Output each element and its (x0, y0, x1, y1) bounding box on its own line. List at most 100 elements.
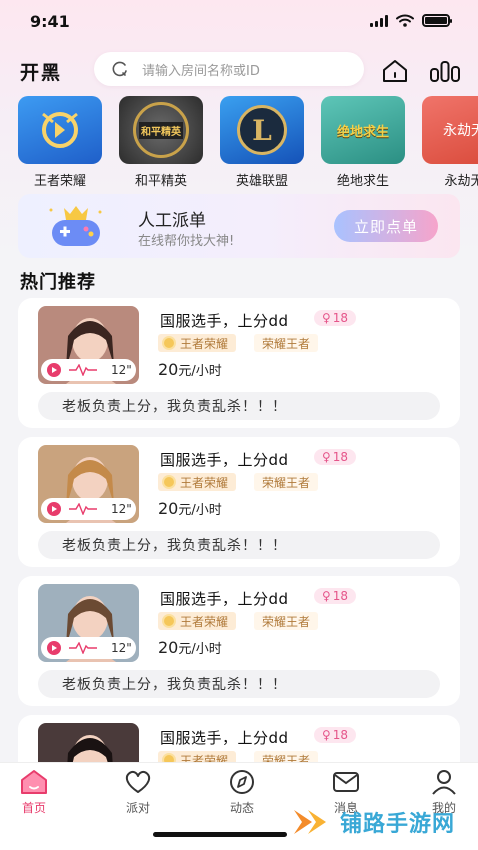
waveform-icon (69, 503, 97, 515)
player-avatar: 12" (38, 306, 139, 384)
voice-duration: 12" (111, 502, 132, 516)
game-tag: 王者荣耀 (158, 473, 237, 491)
age-badge: ♀ 18 (314, 727, 357, 743)
female-icon: ♀ (322, 450, 331, 464)
room-home-button[interactable] (380, 56, 410, 86)
search-placeholder: 请输入房间名称或ID (142, 63, 260, 79)
game-label: 绝地求生 (336, 174, 389, 189)
game-art-text: 绝地求生 (336, 124, 389, 140)
app-logo: 开黑 (20, 62, 63, 84)
watermark-text: 铺路手游网 (340, 812, 456, 837)
age-badge: ♀ 18 (314, 310, 357, 326)
game-name: 王者荣耀 (180, 614, 229, 629)
mail-icon (333, 772, 359, 792)
player-age: 18 (332, 589, 349, 603)
manual-order-banner[interactable]: 人工派单 在线帮你找大神! 立即点单 (18, 194, 460, 258)
voice-intro[interactable]: 12" (41, 498, 136, 520)
female-icon: ♀ (322, 728, 331, 742)
voice-intro[interactable]: 12" (41, 637, 136, 659)
home-indicator (153, 832, 287, 837)
game-label: 和平精英 (134, 174, 187, 189)
price-value: 20 (158, 360, 179, 379)
game-icon-heping: 和平精英 (119, 96, 203, 164)
game-category-heping[interactable]: 和平精英 和平精英 (119, 96, 203, 189)
game-category-pubg[interactable]: 绝地求生 绝地求生 (321, 96, 405, 189)
wifi-icon (396, 14, 414, 27)
watermark-logo-icon (294, 810, 326, 834)
status-icons (370, 14, 452, 27)
player-name: 国服选手，上分dd (160, 451, 289, 469)
rank-tag: 荣耀王者 (254, 612, 319, 630)
price-value: 20 (158, 499, 179, 518)
player-name: 国服选手，上分dd (160, 729, 289, 747)
watermark: 铺路手游网 (292, 806, 455, 838)
search-input[interactable]: 请输入房间名称或ID (94, 52, 364, 86)
price-unit: 元/小时 (178, 642, 222, 657)
game-coin-icon (162, 475, 176, 489)
price: 20元/小时 (158, 499, 222, 518)
game-icon-lol: L (220, 96, 304, 164)
tab-party[interactable]: 派对 (108, 769, 168, 816)
game-art-text: 和平精英 (139, 121, 183, 139)
person-icon (432, 770, 456, 795)
banner-title: 人工派单 (138, 211, 206, 231)
game-label: 王者荣耀 (33, 174, 86, 189)
age-badge: ♀ 18 (314, 449, 357, 465)
home-icon (21, 770, 47, 794)
price-unit: 元/小时 (178, 364, 222, 379)
player-avatar: 12" (38, 584, 139, 662)
player-card[interactable]: 12" 国服选手，上分dd ♀18 王者荣耀 荣耀王者 20元/小时 老板负责上… (18, 576, 460, 706)
voice-intro[interactable]: 12" (41, 359, 136, 381)
game-category-wangzhe[interactable]: 王者荣耀 (18, 96, 102, 189)
voice-duration: 12" (111, 363, 132, 377)
header: 开黑 请输入房间名称或ID (0, 52, 478, 88)
heart-icon (125, 770, 151, 793)
female-icon: ♀ (322, 311, 331, 325)
play-icon (47, 363, 61, 377)
game-icon-pubg: 绝地求生 (321, 96, 405, 164)
game-category-row: 王者荣耀 和平精英 和平精英 L 英雄联盟 绝地求生 绝地求生 永劫无 永劫无 (18, 96, 478, 189)
player-age: 18 (332, 728, 349, 742)
status-bar: 9:41 (0, 0, 478, 44)
rank-tag: 荣耀王者 (254, 334, 319, 352)
game-icon-yongjie: 永劫无 (422, 96, 478, 164)
tab-home[interactable]: 首页 (4, 769, 64, 816)
player-name: 国服选手，上分dd (160, 312, 289, 330)
signal-icon (370, 14, 388, 27)
order-now-button[interactable]: 立即点单 (334, 210, 438, 242)
game-label: 英雄联盟 (235, 174, 288, 189)
rank-tag: 荣耀王者 (254, 473, 319, 491)
compass-icon (230, 770, 254, 794)
game-icon-wangzhe (18, 96, 102, 164)
tab-label: 派对 (125, 801, 150, 815)
ranking-icon (430, 61, 460, 82)
game-tag: 王者荣耀 (158, 612, 237, 630)
ranking-button[interactable] (428, 56, 462, 86)
price-value: 20 (158, 638, 179, 657)
tab-label: 首页 (21, 801, 46, 815)
player-card[interactable]: 12" 国服选手，上分dd ♀18 王者荣耀 荣耀王者 20元/小时 老板负责上… (18, 298, 460, 428)
section-title: 热门推荐 (20, 272, 96, 293)
player-quote: 老板负责上分，我负责乱杀！！！ (38, 531, 440, 559)
tab-feed[interactable]: 动态 (212, 769, 272, 816)
game-category-yongjie[interactable]: 永劫无 永劫无 (422, 96, 478, 189)
game-coin-icon (162, 614, 176, 628)
search-icon (112, 61, 127, 77)
waveform-icon (69, 642, 97, 654)
game-label: 永劫无 (444, 174, 478, 189)
voice-duration: 12" (111, 641, 132, 655)
price-unit: 元/小时 (178, 503, 222, 518)
game-art-text: 永劫无 (443, 123, 478, 139)
price: 20元/小时 (158, 638, 222, 657)
play-icon (47, 641, 61, 655)
game-category-lol[interactable]: L 英雄联盟 (220, 96, 304, 189)
player-age: 18 (332, 450, 349, 464)
player-age: 18 (332, 311, 349, 325)
price: 20元/小时 (158, 360, 222, 379)
game-tag: 王者荣耀 (158, 334, 237, 352)
player-quote: 老板负责上分，我负责乱杀！！！ (38, 670, 440, 698)
player-card[interactable]: 12" 国服选手，上分dd ♀18 王者荣耀 荣耀王者 20元/小时 老板负责上… (18, 437, 460, 567)
gamepad-crown-icon (49, 206, 102, 246)
play-icon (47, 502, 61, 516)
female-icon: ♀ (322, 589, 331, 603)
